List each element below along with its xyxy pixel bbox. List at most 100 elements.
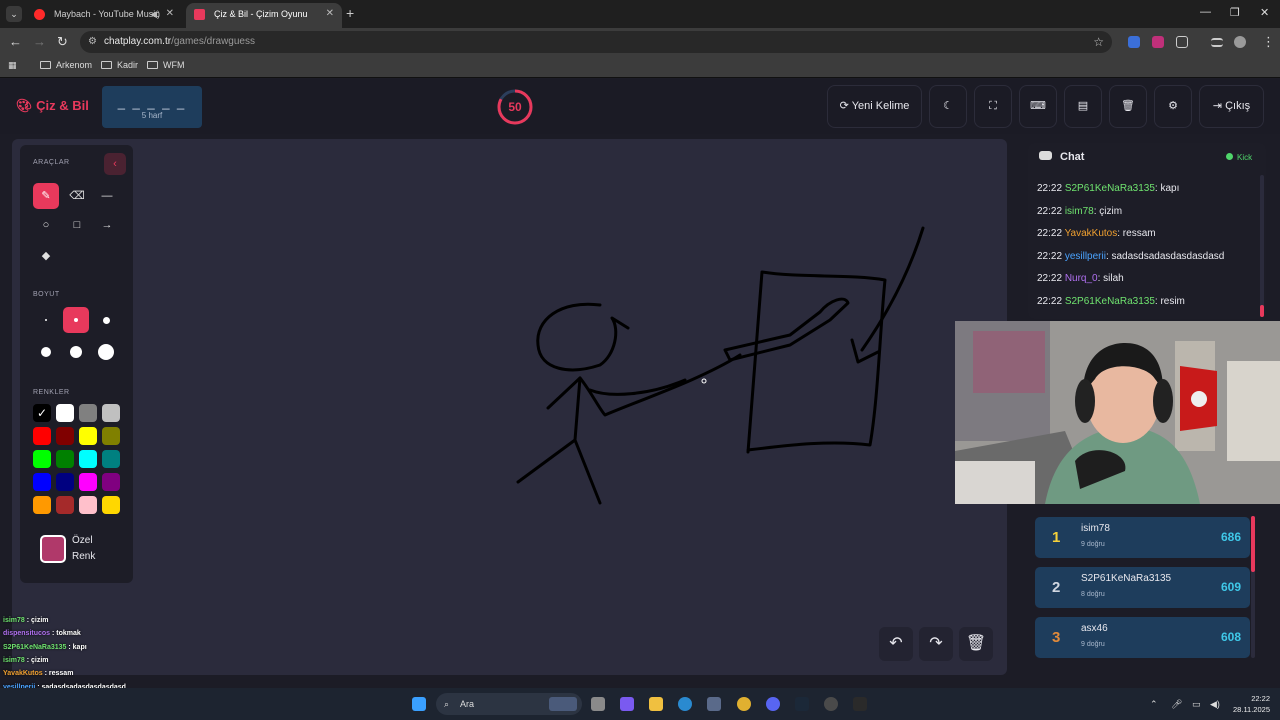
- color-swatch[interactable]: [79, 473, 97, 491]
- archive-button[interactable]: ▤: [1064, 85, 1102, 128]
- volume-icon[interactable]: ◀): [1210, 699, 1220, 710]
- settings-button[interactable]: ⚙: [1154, 85, 1192, 128]
- store-icon[interactable]: [707, 697, 721, 711]
- overlay-user: S2P61KeNaRa3135: [3, 643, 67, 651]
- color-swatch[interactable]: [102, 496, 120, 514]
- keyboard-button[interactable]: ⌨: [1019, 85, 1057, 128]
- site-info-icon[interactable]: ⚙: [88, 31, 97, 53]
- tray-chevron-icon[interactable]: ⌃: [1150, 699, 1158, 710]
- close-tab-icon[interactable]: ✕: [326, 3, 334, 25]
- bookmark-star-icon[interactable]: ☆: [1093, 31, 1104, 53]
- message-user: isim78: [1064, 205, 1094, 217]
- chat-scrollbar[interactable]: [1260, 175, 1264, 317]
- color-swatch[interactable]: [33, 427, 51, 445]
- keyboard-icon: ⌨: [1030, 100, 1046, 112]
- color-swatch[interactable]: [79, 450, 97, 468]
- close-tab-icon[interactable]: ✕: [166, 3, 174, 25]
- brush-tool[interactable]: ✎: [33, 183, 59, 209]
- start-menu-icon[interactable]: [412, 697, 426, 711]
- file-explorer-icon[interactable]: [649, 697, 663, 711]
- apps-grid-icon[interactable]: ▦: [8, 60, 17, 71]
- color-swatch[interactable]: [102, 404, 120, 422]
- collapse-panel-button[interactable]: ‹: [104, 153, 126, 175]
- line-tool[interactable]: —: [94, 183, 120, 209]
- close-window-icon[interactable]: ✕: [1260, 6, 1269, 19]
- color-swatch[interactable]: [102, 450, 120, 468]
- size-button-m[interactable]: [93, 307, 119, 333]
- folder-icon: [101, 61, 112, 69]
- fullscreen-button[interactable]: ⛶: [974, 85, 1012, 128]
- color-swatch[interactable]: [33, 473, 51, 491]
- network-icon[interactable]: ▭: [1192, 699, 1201, 710]
- fill-tool[interactable]: ◆: [33, 243, 59, 269]
- app-icon[interactable]: [853, 697, 867, 711]
- tab-ciz-bil[interactable]: Çiz & Bil - Çizim Oyunu ✕: [186, 3, 342, 28]
- clear-canvas-button[interactable]: 🗑︎: [959, 627, 993, 661]
- new-word-button[interactable]: ⟳ Yeni Kelime: [827, 85, 922, 128]
- brush-stroke: [723, 297, 850, 362]
- tab-search-icon[interactable]: ⌄: [6, 6, 22, 22]
- microphone-icon[interactable]: 🎤︎: [1171, 699, 1182, 710]
- extension-icon[interactable]: [1152, 36, 1164, 48]
- steam-icon[interactable]: [795, 697, 809, 711]
- discord-icon[interactable]: [766, 697, 780, 711]
- new-tab-button[interactable]: +: [346, 5, 354, 21]
- size-button-xl[interactable]: [63, 339, 89, 365]
- rectangle-tool[interactable]: □: [64, 212, 90, 238]
- size-button-s[interactable]: [63, 307, 89, 333]
- color-swatch[interactable]: [56, 450, 74, 468]
- minimize-window-icon[interactable]: —: [1200, 6, 1211, 18]
- color-swatch[interactable]: [56, 404, 74, 422]
- clear-button[interactable]: 🗑︎: [1109, 85, 1147, 128]
- color-swatch[interactable]: ✓: [33, 404, 51, 422]
- drawing-canvas[interactable]: [12, 139, 1007, 675]
- eraser-icon: ⌫: [69, 190, 85, 202]
- extensions-puzzle-icon[interactable]: [1176, 36, 1188, 48]
- color-swatch[interactable]: [33, 496, 51, 514]
- size-button-l[interactable]: [33, 339, 59, 365]
- dark-mode-button[interactable]: ☾: [929, 85, 967, 128]
- translate-extension-icon[interactable]: [1128, 36, 1140, 48]
- color-swatch[interactable]: [33, 450, 51, 468]
- color-swatch[interactable]: [102, 427, 120, 445]
- tab-youtube-music[interactable]: Maybach - YouTube Music ◀) ✕: [26, 3, 182, 28]
- chrome-icon[interactable]: [737, 697, 751, 711]
- task-view-icon[interactable]: [591, 697, 605, 711]
- bookmark-wfm[interactable]: WFM: [147, 60, 185, 70]
- color-swatch[interactable]: [56, 427, 74, 445]
- color-swatch[interactable]: [79, 427, 97, 445]
- leaderboard-scroll-thumb[interactable]: [1251, 516, 1255, 572]
- obs-icon[interactable]: [824, 697, 838, 711]
- overlay-text: : çizim: [24, 656, 49, 664]
- back-icon[interactable]: ←: [9, 34, 22, 49]
- profile-avatar[interactable]: [1234, 36, 1246, 48]
- color-swatch[interactable]: [102, 473, 120, 491]
- circle-tool[interactable]: ○: [33, 212, 59, 238]
- copilot-icon[interactable]: [620, 697, 634, 711]
- logout-button[interactable]: ⇥ Çıkış: [1199, 85, 1264, 128]
- eraser-tool[interactable]: ⌫: [64, 183, 90, 209]
- size-button-xs[interactable]: [33, 307, 59, 333]
- edge-browser-icon[interactable]: [678, 697, 692, 711]
- custom-color-button[interactable]: Özel Renk: [33, 529, 121, 573]
- size-button-xxl[interactable]: [93, 339, 119, 365]
- address-bar[interactable]: ⚙ chatplay.com.tr/games/drawguess ☆: [80, 31, 1112, 53]
- color-swatch[interactable]: [79, 496, 97, 514]
- audio-playing-icon[interactable]: ◀): [150, 3, 160, 25]
- leaderboard-scrollbar[interactable]: [1251, 516, 1255, 658]
- bookmark-kadir[interactable]: Kadir: [101, 60, 138, 70]
- forward-icon[interactable]: →: [33, 34, 46, 49]
- reload-icon[interactable]: ↻: [57, 34, 68, 50]
- undo-button[interactable]: ↶: [879, 627, 913, 661]
- taskbar-clock[interactable]: 22:22 28.11.2025: [1226, 693, 1270, 715]
- color-swatch[interactable]: [79, 404, 97, 422]
- color-swatch[interactable]: [56, 496, 74, 514]
- reading-list-icon[interactable]: [1211, 38, 1223, 47]
- restore-window-icon[interactable]: ❐: [1230, 6, 1240, 19]
- arrow-tool[interactable]: →: [94, 212, 120, 238]
- redo-button[interactable]: ↷: [919, 627, 953, 661]
- color-swatch[interactable]: [56, 473, 74, 491]
- bookmark-arkenom[interactable]: Arkenom: [40, 60, 92, 70]
- chat-scroll-thumb[interactable]: [1260, 305, 1264, 317]
- menu-kebab-icon[interactable]: ⋮: [1262, 34, 1275, 50]
